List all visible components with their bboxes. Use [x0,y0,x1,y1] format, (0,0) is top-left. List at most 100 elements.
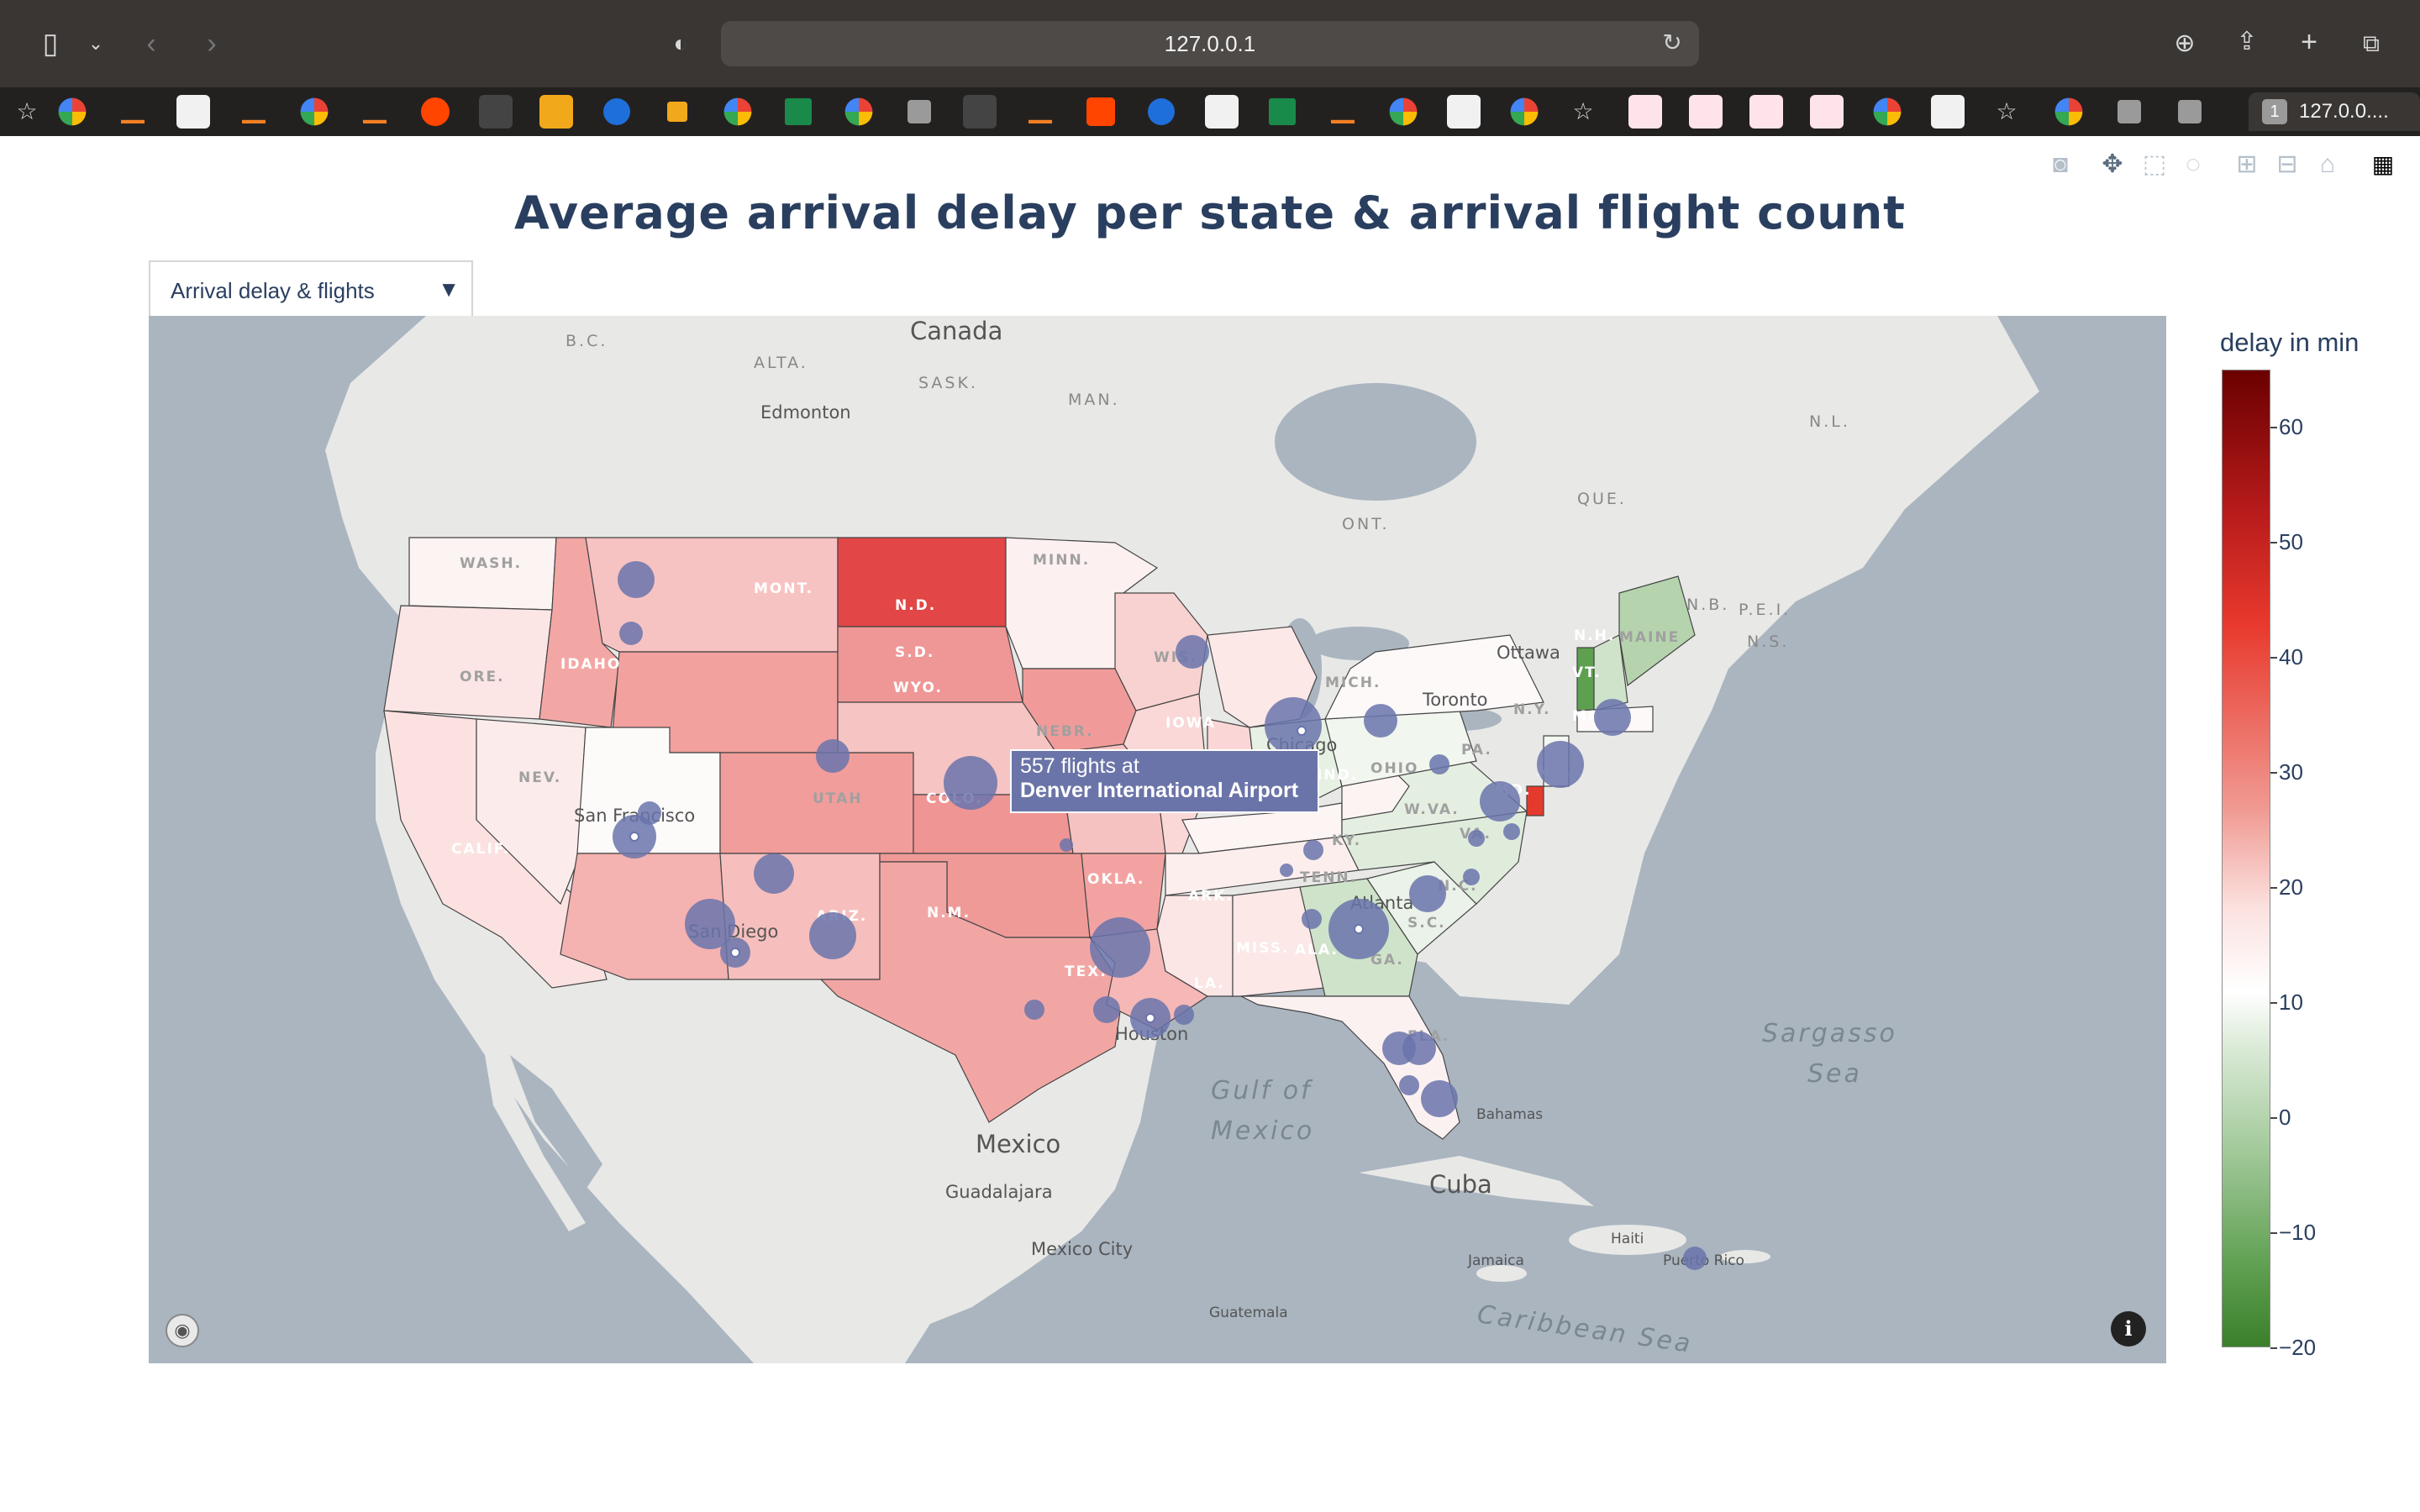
back-icon[interactable]: ‹ [133,25,170,62]
map-area[interactable]: WASH. ORE. CALIF. NEV. MONT. IDAHO N.D. … [149,316,2166,1363]
plotly-logo-icon[interactable]: ▦ [2366,148,2400,181]
bookmark-favicon[interactable] [539,95,573,129]
bookmark-favicon[interactable] [1148,98,1175,125]
svg-text:Sargasso: Sargasso [1762,1019,1897,1048]
browser-toolbar: ▯ ⌄ ‹ › ◐ 127.0.0.1 ↻ ⊕ ⇪ + ⧉ [0,0,2420,87]
tab-title: 127.0.0.... [2299,100,2389,123]
google-favicon[interactable] [1389,97,1418,126]
airport-bubble [618,561,655,598]
svg-text:Guatemala: Guatemala [1209,1305,1288,1321]
google-favicon[interactable] [1873,97,1902,126]
info-icon[interactable]: i [2111,1311,2146,1347]
svg-text:N.B.: N.B. [1686,596,1729,614]
airport-bubble [1503,823,1520,840]
sidebar-toggle-icon[interactable]: ▯ [32,25,69,62]
bookmark-star-icon[interactable]: ☆ [8,93,45,130]
svg-text:PA.: PA. [1461,742,1492,759]
bookmark-star-icon[interactable]: ☆ [1988,93,2025,130]
airport-bubble [1280,864,1293,877]
box-select-icon[interactable]: ⬚ [2138,148,2171,181]
bookmark-favicon[interactable] [1269,98,1296,125]
camera-icon[interactable]: ◙ [2044,148,2077,181]
svg-text:GA.: GA. [1370,952,1404,969]
url-text: 127.0.0.1 [1164,31,1256,56]
google-favicon[interactable] [844,97,873,126]
svg-text:MAN.: MAN. [1068,391,1120,409]
google-favicon[interactable] [300,97,329,126]
chevron-down-icon[interactable]: ⌄ [77,25,114,62]
svg-text:LA.: LA. [1194,975,1225,992]
privacy-shield-icon[interactable]: ◐ [662,25,699,62]
bookmark-favicon[interactable] [667,102,687,122]
new-tab-icon[interactable]: + [2291,24,2328,60]
airport-bubble [1480,781,1520,822]
lasso-select-icon[interactable]: ◌ [2176,148,2210,181]
stackoverflow-favicon[interactable] [1331,100,1355,123]
svg-text:Ottawa: Ottawa [1497,643,1560,663]
address-bar[interactable]: 127.0.0.1 ↻ [721,21,1699,66]
bookmark-favicon[interactable] [1086,97,1115,126]
airport-bubble [1463,869,1480,885]
bookmark-star-icon[interactable]: ☆ [1565,93,1602,130]
colorbar-title: delay in min [2220,328,2360,357]
bookmark-favicon[interactable] [176,95,210,129]
svg-text:ALA.: ALA. [1295,942,1339,958]
reset-view-icon[interactable]: ⌂ [2311,148,2344,181]
airport-bubble [1429,754,1449,774]
bookmark-favicon[interactable] [2178,100,2202,123]
bookmark-favicon[interactable] [479,95,513,129]
mapbox-logo-icon[interactable]: ◉ [166,1314,199,1347]
svg-text:S.C.: S.C. [1407,915,1446,932]
svg-text:QUE.: QUE. [1577,490,1627,508]
download-icon[interactable]: ⊕ [2166,25,2203,62]
bookmark-favicon[interactable] [603,98,630,125]
bookmark-favicon[interactable] [1628,95,1662,129]
colorbar-tick-mark [2270,542,2277,544]
reddit-favicon[interactable] [421,97,450,126]
airport-bubble [1302,909,1322,929]
airport-bubble [754,853,794,894]
stackoverflow-favicon[interactable] [121,100,145,123]
share-icon[interactable]: ⇪ [2228,24,2265,60]
bookmark-favicon[interactable] [2118,100,2141,123]
google-favicon[interactable] [58,97,87,126]
w3schools-favicon[interactable] [1447,95,1481,129]
colorbar-tick-label: 10 [2279,990,2303,1016]
zoom-out-icon[interactable]: ⊟ [2270,148,2304,181]
view-dropdown[interactable]: Arrival delay & flights ▼ [149,260,473,318]
stackoverflow-favicon[interactable] [1028,100,1052,123]
colorbar-tick-mark [2270,1347,2277,1349]
bookmark-favicon[interactable] [908,100,931,123]
google-favicon[interactable] [1510,97,1539,126]
svg-text:MAINE: MAINE [1619,629,1680,646]
svg-text:N.D.: N.D. [895,597,936,614]
active-tab[interactable]: 1 127.0.0.... [2249,92,2420,131]
svg-text:MONT.: MONT. [754,580,813,597]
tooltip-line1: 557 flights at [1020,754,1139,778]
google-favicon[interactable] [2054,97,2083,126]
bookmark-favicon[interactable] [1205,95,1239,129]
bookmark-favicon[interactable] [785,98,812,125]
svg-text:N.H.: N.H. [1574,627,1615,644]
google-favicon[interactable] [723,97,752,126]
bookmark-favicon[interactable] [1810,95,1844,129]
stackoverflow-favicon[interactable] [242,100,266,123]
bookmark-favicon[interactable] [963,95,997,129]
stackoverflow-favicon[interactable] [363,100,387,123]
svg-text:Bahamas: Bahamas [1476,1106,1543,1123]
airport-bubble [1024,1000,1044,1020]
tab-favicon: 1 [2262,99,2287,124]
forward-icon[interactable]: › [193,25,230,62]
bookmark-favicon[interactable] [1931,95,1965,129]
pan-icon[interactable]: ✥ [2096,148,2129,181]
tab-overview-icon[interactable]: ⧉ [2353,25,2390,62]
svg-text:N.S.: N.S. [1747,633,1789,651]
zoom-in-icon[interactable]: ⊞ [2230,148,2264,181]
colorbar-tick-label: 50 [2279,529,2303,555]
svg-text:NEBR.: NEBR. [1036,723,1094,740]
svg-text:ORE.: ORE. [460,669,505,685]
bookmark-favicon[interactable] [1689,95,1723,129]
svg-text:Mexico City: Mexico City [1031,1239,1133,1259]
reload-icon[interactable]: ↻ [1659,29,1686,56]
bookmark-favicon[interactable] [1749,95,1783,129]
